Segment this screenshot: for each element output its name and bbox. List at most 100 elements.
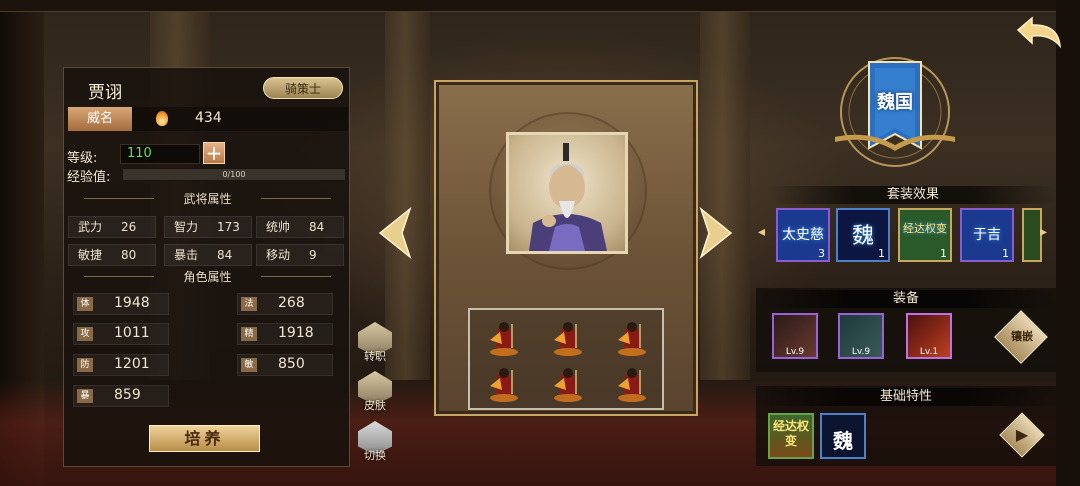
set-item-partial[interactable] [1022,208,1042,262]
promote-label: 转职 [364,350,386,363]
set-effect-name: 太史慈 [782,227,824,243]
role-attr-cell: 暴 859 [73,385,169,407]
level-box: 110 [120,144,200,164]
set-effect-item[interactable]: 魏1 [836,208,890,262]
general-attr-cell: 武力 26 [68,216,156,238]
level-up-button[interactable]: + [203,142,225,164]
role-attrs-title: 角色属性 [183,270,232,284]
role-attr-tag: 防 [77,358,93,372]
role-attr-cell: 法 268 [237,293,333,315]
prev-hero-arrow[interactable] [374,205,414,261]
troop-unit-icon [618,368,646,402]
general-attr-value: 173 [217,220,240,234]
set-effect-count: 1 [878,247,885,260]
chevron-right-icon: ▶ [1015,425,1029,444]
role-attr-cell: 体 1948 [73,293,169,315]
general-attr-cell: 统帅 84 [256,216,344,238]
flame-icon [156,111,168,126]
exp-bar: 0/100 [122,168,346,181]
back-button[interactable] [1014,16,1064,54]
troop-unit-icon [618,322,646,356]
set-effect-title: 套装效果 [770,186,1056,204]
hero-info-panel: 贾诩 骑策士 威名 434 等级: 110 + 经验值: 0/100 武将属性 … [63,67,350,467]
equipment-slot[interactable]: Lv.9 [772,313,818,359]
set-effect-name: 经达权变 [903,222,947,235]
general-attrs-title: 武将属性 [183,192,232,206]
set-effect-name: 魏 [851,224,874,249]
general-attr-value: 84 [309,220,325,234]
top-border [0,0,1080,12]
faction-emblem: 魏国 [824,52,966,172]
skin-label: 皮肤 [364,399,386,412]
set-effect-item[interactable]: 经达权变 1 [898,208,952,262]
equipment-level: Lv.1 [919,347,939,357]
level-label: 等级: [67,151,98,166]
general-attrs-header: 武将属性 [64,190,351,208]
troop-unit-icon [554,322,582,356]
prestige-value: 434 [195,110,222,126]
level-value: 110 [127,146,152,161]
general-attr-cell: 移动 9 [256,244,344,266]
hero-class-badge: 骑策士 [263,77,343,99]
trait-wei-label: 魏 [833,429,853,453]
role-attr-tag: 暴 [77,389,93,403]
prestige-label: 威名 [68,107,132,131]
equipment-level: Lv.9 [785,347,805,357]
general-attr-key: 敏捷 [78,248,103,262]
general-attr-key: 统帅 [266,220,291,234]
general-attr-cell: 暴击 84 [164,244,252,266]
set-effect-item[interactable]: 太史慈 3 [776,208,830,262]
set-effect-name: 于吉 [973,227,1001,243]
charm-icon [914,321,944,345]
role-attr-tag: 精 [241,327,257,341]
inlay-label: 镶嵌 [1011,330,1033,343]
trait-wei[interactable]: 魏 [820,413,866,459]
role-attr-value: 268 [278,295,305,311]
set-effect-panel: 套装效果 ◂ 太史慈 3 魏 1 经达权变 1 于吉 1 ▸ [758,186,1056,270]
next-hero-arrow[interactable] [697,205,737,261]
set-scroll-right-icon[interactable]: ▸ [1040,224,1047,240]
role-attr-cell: 攻 1011 [73,323,169,345]
role-attr-value: 1918 [278,325,314,341]
role-attr-tag: 体 [77,297,93,311]
hero-display-frame [434,80,698,416]
train-button[interactable]: 培养 [149,425,260,452]
general-attr-value: 26 [121,220,137,234]
faction-name: 魏国 [877,92,913,113]
equipment-panel: 装备 Lv.9 Lv.9 Lv.1 镶嵌 [756,288,1056,372]
role-attr-cell: 敏 850 [237,354,333,376]
base-traits-title: 基础特性 [756,388,1056,406]
background-pillar [700,0,750,380]
hero-name: 贾诩 [88,83,122,103]
troop-unit-icon [490,368,518,402]
switch-label: 切换 [364,449,386,462]
skin-button[interactable]: 皮肤 [355,371,395,413]
equipment-slot[interactable]: Lv.9 [838,313,884,359]
promote-button[interactable]: 转职 [355,322,395,364]
equipment-slot[interactable]: Lv.1 [906,313,952,359]
equipment-level: Lv.9 [851,347,871,357]
armor-icon [846,321,876,345]
troop-unit-icon [490,322,518,356]
role-attr-tag: 敏 [241,358,257,372]
trait-strategy[interactable]: 经达权变 [768,413,814,459]
exp-label: 经验值: [67,170,111,185]
switch-button[interactable]: 切换 [355,421,395,463]
role-attr-cell: 精 1918 [237,323,333,345]
troop-formation [468,308,664,410]
role-attr-value: 1948 [114,295,150,311]
set-effect-count: 1 [1002,247,1009,260]
right-edge-shadow [1056,0,1080,486]
exp-value: 0/100 [222,170,246,179]
general-attr-key: 暴击 [174,248,199,262]
sword-icon [780,321,810,345]
base-traits-panel: 基础特性 经达权变 魏 ▶ [756,386,1056,466]
role-attr-value: 850 [278,356,305,372]
role-attr-cell: 防 1201 [73,354,169,376]
set-effect-item[interactable]: 于吉 1 [960,208,1014,262]
set-effect-count: 1 [940,247,947,260]
prestige-row: 威名 434 [68,107,348,131]
hero-portrait [506,132,628,254]
general-attr-value: 9 [309,248,317,262]
set-scroll-left-icon[interactable]: ◂ [758,224,765,240]
